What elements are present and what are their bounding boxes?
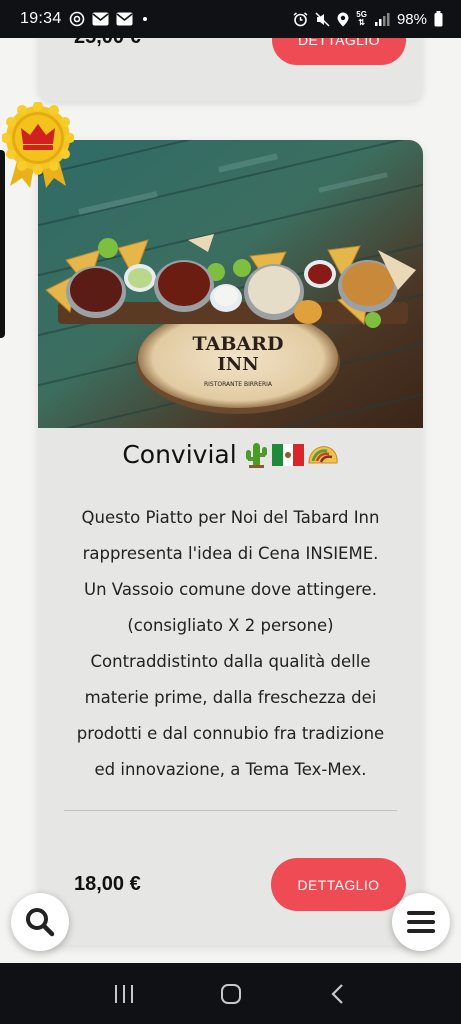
title-emojis [243, 441, 339, 469]
system-nav-bar [0, 963, 461, 1024]
home-icon [220, 983, 241, 1004]
mexico-flag-icon [271, 443, 304, 466]
sign-subtitle: RISTORANTE BIRRERIA [204, 381, 273, 388]
description-line: Contraddistinto dalla qualità delle [90, 652, 371, 671]
back-icon [330, 983, 343, 1004]
menu-button[interactable] [392, 893, 450, 951]
sign-line1: TABARD [193, 333, 284, 355]
dish-title: Convivial [38, 440, 423, 469]
menu-card-convivial: TABARD INN RISTORANTE BIRRERIA Convivial… [38, 140, 423, 945]
recents-button[interactable] [104, 974, 144, 1014]
cactus-icon [245, 442, 267, 468]
status-right: 5G ⇅ 98% [293, 11, 443, 28]
dish-description: Questo Piatto per Noi del Tabard Inn rap… [58, 500, 403, 788]
search-icon [26, 908, 55, 937]
mute-icon [315, 11, 330, 27]
description-line: Questo Piatto per Noi del Tabard Inn [81, 508, 380, 527]
description-line: rappresenta l'idea di Cena INSIEME. [82, 544, 379, 563]
status-bar: 19:34 5G ⇅ 98% [0, 0, 461, 38]
recents-icon [114, 984, 133, 1003]
threads-icon [69, 11, 85, 27]
mail-icon-2 [116, 12, 133, 26]
taco-icon [308, 445, 338, 463]
description-line: prodotti e dal connubio fra tradizione [76, 724, 385, 743]
detail-button[interactable]: DETTAGLIO [271, 858, 406, 911]
sign-line2: INN [217, 354, 258, 375]
signal-icon [374, 12, 390, 27]
description-line: Un Vassoio comune dove attingere. [84, 580, 377, 599]
status-time: 19:34 [20, 10, 62, 27]
home-button[interactable] [211, 974, 251, 1014]
alarm-icon [293, 11, 308, 27]
back-button[interactable] [318, 974, 358, 1014]
description-line: materie prime, dalla freschezza dei [84, 688, 377, 707]
status-left: 19:34 [20, 10, 147, 28]
card-divider [64, 810, 397, 811]
notification-dot-icon [142, 17, 147, 21]
5g-icon: 5G ⇅ [356, 11, 367, 27]
dish-price: 18,00 € [74, 873, 141, 895]
dish-title-text: Convivial [122, 440, 237, 469]
description-line: ed innovazione, a Tema Tex-Mex. [94, 760, 367, 779]
crown-ribbon-badge-icon [1, 101, 75, 190]
battery-percent: 98% [396, 10, 427, 28]
search-button[interactable] [11, 893, 69, 951]
data-arrows-icon: ⇅ [358, 18, 365, 27]
battery-icon [434, 11, 443, 27]
dish-photo: TABARD INN RISTORANTE BIRRERIA [38, 140, 423, 428]
hamburger-menu-icon [407, 911, 435, 933]
location-icon [337, 12, 349, 27]
screen: 19:34 5G ⇅ 98% DETTAGLIO TABARD INN RIST… [0, 0, 461, 1024]
mail-icon [92, 12, 109, 26]
description-line: (consigliato X 2 persone) [127, 616, 334, 635]
